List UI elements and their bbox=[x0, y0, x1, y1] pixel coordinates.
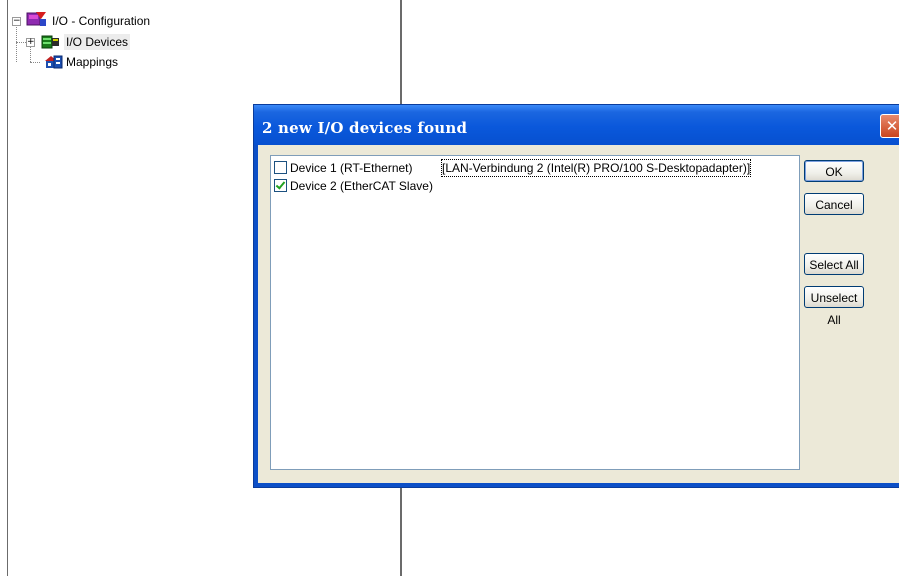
expand-icon[interactable]: + bbox=[26, 38, 35, 47]
device-1-name: Device 1 (RT-Ethernet) bbox=[290, 161, 413, 175]
tree-connector bbox=[30, 62, 40, 63]
ok-button[interactable]: OK bbox=[804, 160, 864, 182]
device-2-checkbox[interactable] bbox=[274, 179, 287, 192]
dialog-body: Device 1 (RT-Ethernet) [LAN-Verbindung 2… bbox=[258, 145, 899, 483]
tree-connector bbox=[16, 42, 26, 43]
left-panel-border bbox=[7, 0, 8, 576]
tree-item-label: I/O - Configuration bbox=[52, 14, 151, 28]
device-1-adapter: [LAN-Verbindung 2 (Intel(R) PRO/100 S-De… bbox=[440, 159, 752, 177]
io-configuration-icon bbox=[26, 12, 46, 26]
new-devices-dialog: 2 new I/O devices found ✕ Device 1 (RT-E… bbox=[253, 104, 899, 488]
tree-item-label: I/O Devices bbox=[64, 34, 131, 50]
close-button[interactable]: ✕ bbox=[880, 114, 899, 138]
io-devices-icon bbox=[41, 35, 59, 49]
device-2-name: Device 2 (EtherCAT Slave) bbox=[290, 179, 433, 193]
device-list[interactable]: Device 1 (RT-Ethernet) [LAN-Verbindung 2… bbox=[270, 155, 800, 470]
select-all-button[interactable]: Select All bbox=[804, 253, 864, 275]
checkmark-icon bbox=[275, 179, 286, 190]
dialog-title: 2 new I/O devices found bbox=[262, 119, 468, 137]
close-icon: ✕ bbox=[885, 117, 899, 135]
collapse-icon[interactable]: − bbox=[12, 17, 21, 26]
cancel-button[interactable]: Cancel bbox=[804, 193, 864, 215]
unselect-all-button[interactable]: Unselect All bbox=[804, 286, 864, 327]
list-item-device-2[interactable]: Device 2 (EtherCAT Slave) bbox=[274, 178, 794, 194]
dialog-titlebar[interactable]: 2 new I/O devices found ✕ bbox=[254, 105, 899, 145]
list-item-device-1[interactable]: Device 1 (RT-Ethernet) [LAN-Verbindung 2… bbox=[274, 159, 794, 177]
device-1-checkbox[interactable] bbox=[274, 161, 287, 174]
tree-item-label: Mappings bbox=[66, 55, 119, 69]
tree-connector bbox=[16, 27, 17, 62]
tree-connector bbox=[30, 47, 31, 62]
mappings-icon bbox=[45, 55, 63, 69]
